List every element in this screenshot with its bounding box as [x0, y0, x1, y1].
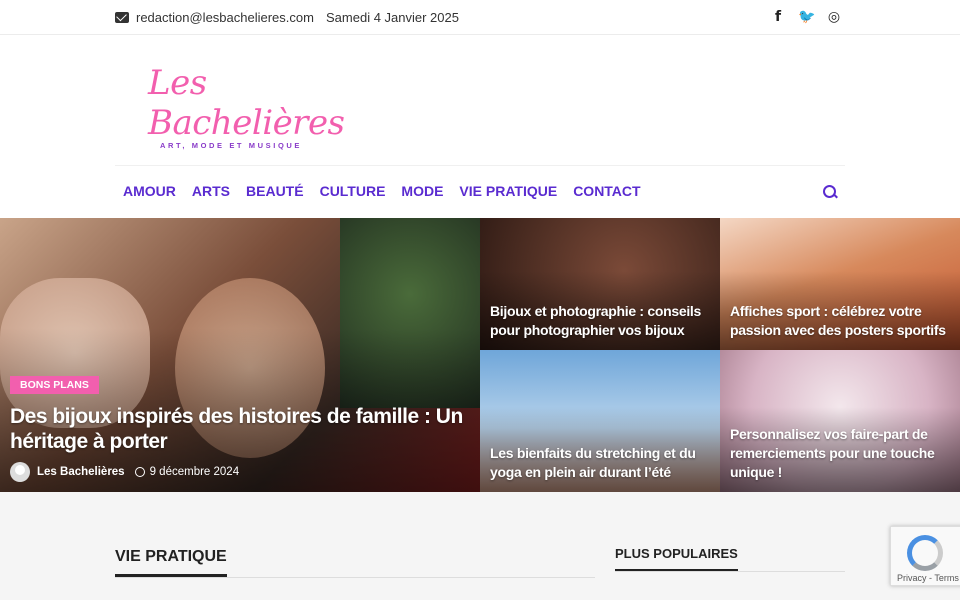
author-name[interactable]: Les Bachelières: [37, 466, 125, 478]
contact-email[interactable]: redaction@lesbachelieres.com: [115, 10, 314, 25]
logo-name: Les Bachelières: [148, 63, 345, 143]
recaptcha-icon: [907, 535, 943, 571]
article-title[interactable]: Des bijoux inspirés des histoires de fam…: [10, 404, 470, 454]
article-title[interactable]: Bijoux et photographie : conseils pour p…: [490, 302, 710, 340]
article-title[interactable]: Les bienfaits du stretching et du yoga e…: [490, 444, 710, 482]
nav-item-beaute[interactable]: BEAUTÉ: [246, 183, 304, 199]
main-nav: AMOUR ARTS BEAUTÉ CULTURE MODE VIE PRATI…: [115, 165, 845, 218]
sidebar-divider: [615, 571, 845, 572]
nav-item-culture[interactable]: CULTURE: [320, 183, 386, 199]
featured-article-bijoux[interactable]: Bijoux et photographie : conseils pour p…: [480, 218, 720, 350]
category-badge[interactable]: BONS PLANS: [10, 376, 99, 394]
social-links: f 🐦 ◎: [770, 8, 842, 26]
envelope-icon: [115, 12, 129, 23]
section-divider: [115, 577, 595, 578]
nav-item-mode[interactable]: MODE: [401, 183, 443, 199]
clock-icon: [134, 467, 145, 477]
sidebar-title-popular: PLUS POPULAIRES: [615, 546, 738, 572]
recaptcha-badge[interactable]: Privacy - Terms: [890, 526, 960, 586]
email-text[interactable]: redaction@lesbachelieres.com: [136, 10, 314, 25]
featured-main-article[interactable]: BONS PLANS Des bijoux inspirés des histo…: [0, 218, 480, 492]
nav-item-vie-pratique[interactable]: VIE PRATIQUE: [459, 183, 557, 199]
instagram-icon[interactable]: ◎: [826, 8, 842, 26]
twitter-icon[interactable]: 🐦: [798, 8, 815, 26]
featured-article-faire-part[interactable]: Personnalisez vos faire-part de remercie…: [720, 350, 960, 492]
site-logo[interactable]: Les Bachelières ART, MODE ET MUSIQUE: [148, 63, 345, 150]
facebook-icon[interactable]: f: [770, 8, 786, 26]
recaptcha-links[interactable]: Privacy - Terms: [897, 573, 959, 583]
featured-article-stretching[interactable]: Les bienfaits du stretching et du yoga e…: [480, 350, 720, 492]
article-meta: Les Bachelières 9 décembre 2024: [10, 462, 239, 482]
search-icon[interactable]: [823, 185, 837, 199]
nav-item-arts[interactable]: ARTS: [192, 183, 230, 199]
nav-item-amour[interactable]: AMOUR: [123, 183, 176, 199]
site-header: Les Bachelières ART, MODE ET MUSIQUE AMO…: [0, 35, 960, 218]
featured-grid: BONS PLANS Des bijoux inspirés des histo…: [0, 218, 960, 492]
nav-item-contact[interactable]: CONTACT: [573, 183, 640, 199]
article-title[interactable]: Personnalisez vos faire-part de remercie…: [730, 425, 950, 482]
avatar: [10, 462, 30, 482]
current-date: Samedi 4 Janvier 2025: [326, 10, 459, 25]
featured-article-sport[interactable]: Affiches sport : célébrez votre passion …: [720, 218, 960, 350]
top-bar: redaction@lesbachelieres.com Samedi 4 Ja…: [0, 0, 960, 35]
article-title[interactable]: Affiches sport : célébrez votre passion …: [730, 302, 950, 340]
section-title-vie-pratique[interactable]: VIE PRATIQUE: [115, 548, 227, 577]
article-date: 9 décembre 2024: [149, 466, 240, 478]
